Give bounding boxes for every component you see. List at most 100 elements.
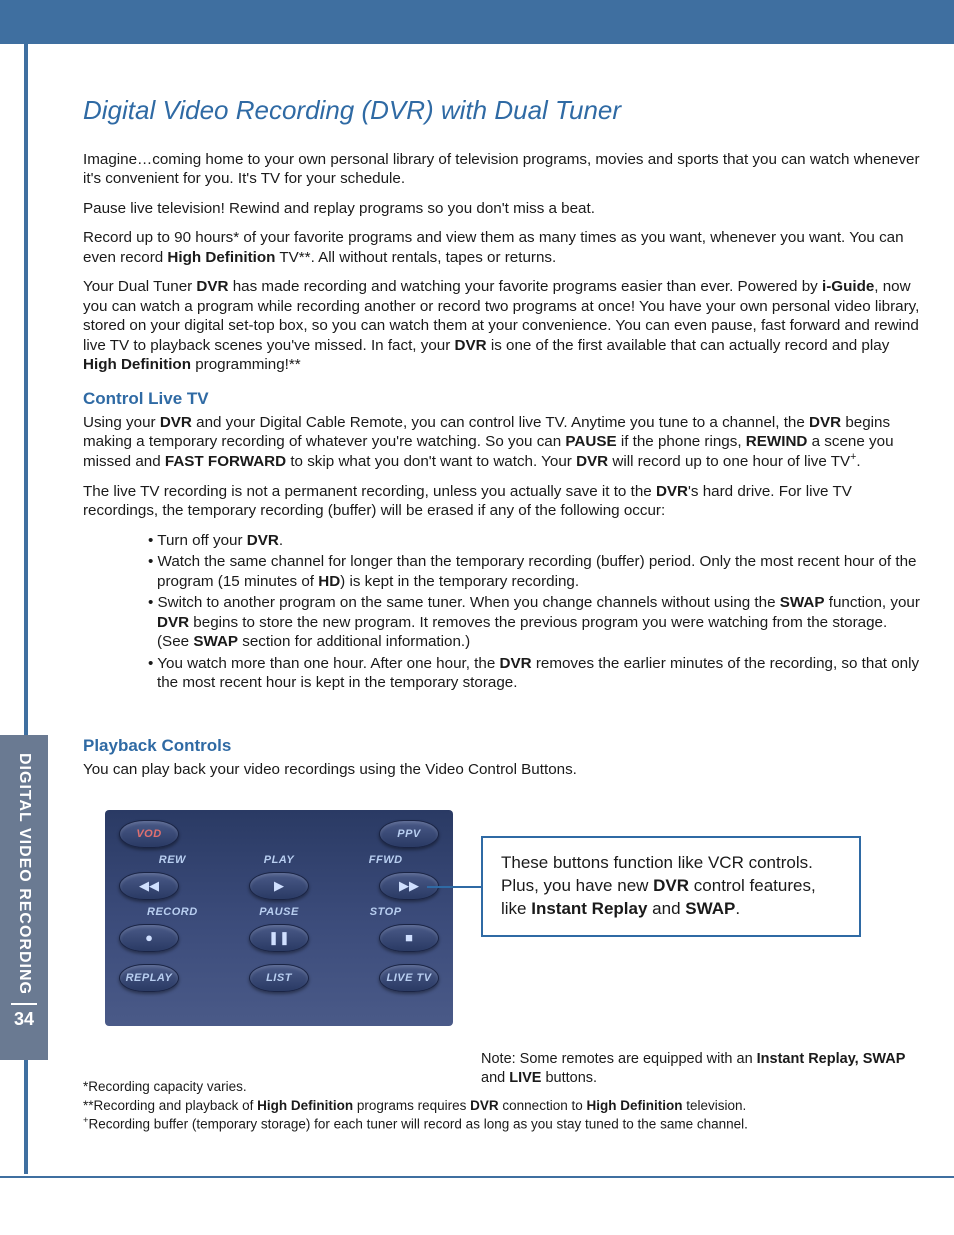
control-p2: The live TV recording is not a permanent… bbox=[83, 482, 923, 521]
text: has made recording and watching your fav… bbox=[229, 278, 822, 295]
playback-p1: You can play back your video recordings … bbox=[83, 760, 923, 779]
text-bold: SWAP bbox=[193, 633, 238, 650]
remote-rew-button: ◀◀ bbox=[119, 872, 179, 900]
intro-p4: Your Dual Tuner DVR has made recording a… bbox=[83, 277, 923, 374]
intro-p2: Pause live television! Rewind and replay… bbox=[83, 199, 923, 218]
remote-pause-button: ❚❚ bbox=[249, 924, 309, 952]
text-bold: High Definition bbox=[83, 356, 191, 373]
text-bold: DVR bbox=[653, 876, 689, 895]
remote-vod-button: VOD bbox=[119, 820, 179, 848]
footnote-3: +Recording buffer (temporary storage) fo… bbox=[83, 1115, 903, 1133]
text-bold: SWAP bbox=[780, 594, 825, 611]
text-bold: DVR bbox=[809, 414, 841, 431]
remote-ppv-button: PPV bbox=[379, 820, 439, 848]
ffwd-icon: ▶▶ bbox=[399, 878, 419, 894]
section-label: DIGITAL VIDEO RECORDING bbox=[15, 753, 33, 995]
remote-replay-button: REPLAY bbox=[119, 964, 179, 992]
text: . bbox=[856, 454, 860, 471]
intro-p1: Imagine…coming home to your own personal… bbox=[83, 150, 923, 189]
play-icon: ▶ bbox=[274, 878, 284, 894]
buffer-bullet-list: Turn off your DVR. Watch the same channe… bbox=[148, 531, 923, 693]
text: programming!** bbox=[191, 356, 301, 373]
record-icon: ● bbox=[145, 930, 153, 945]
text: Your Dual Tuner bbox=[83, 278, 196, 295]
label-ffwd: FFWD bbox=[332, 854, 439, 866]
remote-record-button: ● bbox=[119, 924, 179, 952]
text: The live TV recording is not a permanent… bbox=[83, 483, 656, 500]
bottom-rule bbox=[0, 1176, 954, 1178]
text: Note: Some remotes are equipped with an bbox=[481, 1051, 757, 1067]
text-bold: High Definition bbox=[586, 1098, 682, 1113]
text-bold: DVR bbox=[576, 454, 608, 471]
text-bold: DVR bbox=[656, 483, 688, 500]
text-bold: DVR bbox=[160, 414, 192, 431]
callout-box: These buttons function like VCR controls… bbox=[481, 836, 861, 937]
text: connection to bbox=[499, 1098, 587, 1113]
text-bold: SWAP bbox=[685, 899, 735, 918]
label: LIVE TV bbox=[386, 972, 431, 984]
list-item: You watch more than one hour. After one … bbox=[148, 654, 923, 693]
label-rew: REW bbox=[119, 854, 226, 866]
footnote-1: *Recording capacity varies. bbox=[83, 1078, 903, 1096]
page-number: 34 bbox=[14, 1009, 34, 1030]
text-bold: High Definition bbox=[167, 249, 275, 266]
list-item: Watch the same channel for longer than t… bbox=[148, 552, 923, 591]
remote-callout-row: VOD PPV REW PLAY FFWD ◀◀ ▶ ▶▶ RECORD PAU… bbox=[83, 810, 923, 1026]
header-bar bbox=[0, 0, 954, 44]
text: programs requires bbox=[353, 1098, 470, 1113]
text: Switch to another program on the same tu… bbox=[158, 594, 780, 611]
main-content: Digital Video Recording (DVR) with Dual … bbox=[83, 95, 923, 1088]
label-pause: PAUSE bbox=[226, 906, 333, 918]
remote-stop-button: ■ bbox=[379, 924, 439, 952]
footnote-2: **Recording and playback of High Definit… bbox=[83, 1097, 903, 1115]
text: if the phone rings, bbox=[617, 433, 746, 450]
text-bold: DVR bbox=[500, 655, 532, 672]
side-section-tab: DIGITAL VIDEO RECORDING 34 bbox=[0, 735, 48, 1060]
label: PPV bbox=[397, 828, 421, 840]
text-bold: DVR bbox=[455, 337, 487, 354]
text-bold: i-Guide bbox=[822, 278, 874, 295]
label: REPLAY bbox=[126, 972, 173, 984]
list-item: Turn off your DVR. bbox=[148, 531, 923, 550]
label: VOD bbox=[136, 828, 161, 840]
rewind-icon: ◀◀ bbox=[139, 878, 159, 894]
text-bold: DVR bbox=[470, 1098, 499, 1113]
text: **Recording and playback of bbox=[83, 1098, 257, 1113]
remote-play-button: ▶ bbox=[249, 872, 309, 900]
text: Turn off your bbox=[157, 532, 246, 549]
pause-icon: ❚❚ bbox=[268, 930, 290, 946]
intro-p3: Record up to 90 hours* of your favorite … bbox=[83, 228, 923, 267]
list-item: Switch to another program on the same tu… bbox=[148, 593, 923, 651]
label-record: RECORD bbox=[119, 906, 226, 918]
remote-list-button: LIST bbox=[249, 964, 309, 992]
text-bold: Instant Replay, SWAP bbox=[757, 1051, 906, 1067]
stop-icon: ■ bbox=[405, 930, 413, 945]
text: . bbox=[735, 899, 740, 918]
text: TV**. All without rentals, tapes or retu… bbox=[275, 249, 556, 266]
label-stop: STOP bbox=[332, 906, 439, 918]
text-bold: FAST FORWARD bbox=[165, 454, 286, 471]
label-play: PLAY bbox=[226, 854, 333, 866]
text: will record up to one hour of live TV bbox=[608, 454, 850, 471]
text: and your Digital Cable Remote, you can c… bbox=[192, 414, 809, 431]
tab-divider bbox=[11, 1003, 37, 1005]
remote-livetv-button: LIVE TV bbox=[379, 964, 439, 992]
text-bold: HD bbox=[318, 573, 340, 590]
control-p1: Using your DVR and your Digital Cable Re… bbox=[83, 413, 923, 472]
playback-heading: Playback Controls bbox=[83, 736, 923, 756]
text-bold: DVR bbox=[247, 532, 279, 549]
text: ) is kept in the temporary recording. bbox=[340, 573, 579, 590]
text: You watch more than one hour. After one … bbox=[157, 655, 499, 672]
label: LIST bbox=[266, 972, 292, 984]
text-bold: DVR bbox=[157, 614, 189, 631]
text-bold: PAUSE bbox=[565, 433, 616, 450]
text-bold: High Definition bbox=[257, 1098, 353, 1113]
remote-image: VOD PPV REW PLAY FFWD ◀◀ ▶ ▶▶ RECORD PAU… bbox=[105, 810, 453, 1026]
control-heading: Control Live TV bbox=[83, 389, 923, 409]
text: to skip what you don't want to watch. Yo… bbox=[286, 454, 576, 471]
page-title: Digital Video Recording (DVR) with Dual … bbox=[83, 95, 923, 126]
footnotes: *Recording capacity varies. **Recording … bbox=[83, 1078, 903, 1134]
text: is one of the first available that can a… bbox=[487, 337, 890, 354]
text-bold: DVR bbox=[196, 278, 228, 295]
text-bold: REWIND bbox=[746, 433, 808, 450]
